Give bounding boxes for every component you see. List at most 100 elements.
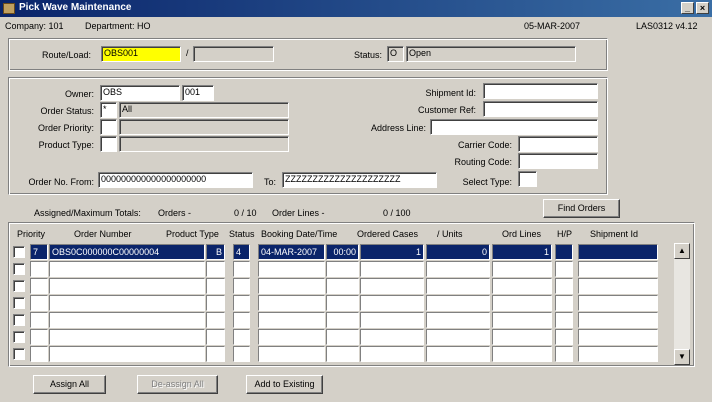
row-select-checkbox[interactable]: [13, 314, 25, 326]
table-cell[interactable]: [555, 295, 573, 311]
table-cell[interactable]: [49, 346, 205, 362]
add-to-existing-button[interactable]: Add to Existing: [246, 375, 323, 394]
select-type-field[interactable]: [518, 171, 537, 187]
table-cell[interactable]: [49, 261, 205, 277]
table-cell[interactable]: [233, 278, 250, 294]
table-cell[interactable]: [578, 329, 658, 345]
product-type-code-field[interactable]: [100, 136, 117, 152]
table-cell[interactable]: [578, 346, 658, 362]
table-cell[interactable]: [492, 312, 552, 328]
row-status[interactable]: 4: [233, 244, 250, 260]
row-select-checkbox[interactable]: [13, 297, 25, 309]
table-cell[interactable]: [49, 329, 205, 345]
table-cell[interactable]: [233, 295, 250, 311]
table-cell[interactable]: [258, 346, 325, 362]
order-priority-code-field[interactable]: [100, 119, 117, 135]
row-select-checkbox[interactable]: [13, 246, 25, 258]
table-cell[interactable]: [30, 278, 48, 294]
table-cell[interactable]: [326, 295, 359, 311]
table-cell[interactable]: [555, 346, 573, 362]
table-cell[interactable]: [258, 295, 325, 311]
table-cell[interactable]: [233, 329, 250, 345]
order-no-to-field[interactable]: ZZZZZZZZZZZZZZZZZZZZZ: [282, 172, 437, 188]
table-cell[interactable]: [30, 312, 48, 328]
row-select-checkbox[interactable]: [13, 263, 25, 275]
table-cell[interactable]: [492, 278, 552, 294]
table-cell[interactable]: [492, 261, 552, 277]
table-cell[interactable]: [360, 312, 424, 328]
table-cell[interactable]: [426, 346, 490, 362]
table-cell[interactable]: [492, 295, 552, 311]
table-cell[interactable]: [426, 278, 490, 294]
row-units[interactable]: 0: [426, 244, 490, 260]
table-cell[interactable]: [326, 261, 359, 277]
table-cell[interactable]: [326, 312, 359, 328]
table-cell[interactable]: [360, 261, 424, 277]
table-cell[interactable]: [206, 346, 225, 362]
table-cell[interactable]: [233, 261, 250, 277]
table-cell[interactable]: [555, 278, 573, 294]
row-select-checkbox[interactable]: [13, 331, 25, 343]
table-cell[interactable]: [258, 278, 325, 294]
scroll-down-icon[interactable]: ▼: [674, 349, 690, 365]
shipment-id-field[interactable]: [483, 83, 598, 99]
assign-all-button[interactable]: Assign All: [33, 375, 106, 394]
minimize-button[interactable]: _: [681, 2, 694, 14]
table-cell[interactable]: [360, 329, 424, 345]
table-cell[interactable]: [233, 312, 250, 328]
table-cell[interactable]: [49, 278, 205, 294]
table-cell[interactable]: [30, 295, 48, 311]
table-cell[interactable]: [578, 261, 658, 277]
table-cell[interactable]: [360, 278, 424, 294]
address-line-field[interactable]: [430, 119, 598, 135]
table-cell[interactable]: [492, 346, 552, 362]
row-ord-lines[interactable]: 1: [492, 244, 552, 260]
table-cell[interactable]: [206, 312, 225, 328]
table-cell[interactable]: [206, 295, 225, 311]
order-status-code-field[interactable]: *: [100, 102, 117, 118]
close-button[interactable]: ×: [696, 2, 709, 14]
table-cell[interactable]: [206, 261, 225, 277]
carrier-code-field[interactable]: [518, 136, 598, 152]
table-cell[interactable]: [326, 346, 359, 362]
row-select-checkbox[interactable]: [13, 348, 25, 360]
table-cell[interactable]: [426, 312, 490, 328]
routing-code-field[interactable]: [518, 153, 598, 169]
find-orders-button[interactable]: Find Orders: [543, 199, 620, 218]
order-no-from-field[interactable]: 000000000000000000000: [98, 172, 253, 188]
table-cell[interactable]: [49, 295, 205, 311]
vertical-scrollbar[interactable]: ▲ ▼: [674, 243, 690, 365]
table-cell[interactable]: [258, 312, 325, 328]
table-cell[interactable]: [30, 346, 48, 362]
table-cell[interactable]: [258, 261, 325, 277]
table-cell[interactable]: [555, 329, 573, 345]
route-field[interactable]: OBS001: [101, 46, 181, 62]
table-cell[interactable]: [360, 346, 424, 362]
table-cell[interactable]: [49, 312, 205, 328]
table-cell[interactable]: [426, 295, 490, 311]
row-booking-date[interactable]: 04-MAR-2007: [258, 244, 325, 260]
table-cell[interactable]: [206, 329, 225, 345]
row-shipment-id[interactable]: [578, 244, 658, 260]
row-ordered-cases[interactable]: 1: [360, 244, 424, 260]
row-booking-time[interactable]: 00:00: [326, 244, 359, 260]
table-cell[interactable]: [555, 312, 573, 328]
table-cell[interactable]: [30, 261, 48, 277]
row-hp[interactable]: [555, 244, 573, 260]
table-cell[interactable]: [233, 346, 250, 362]
table-cell[interactable]: [578, 278, 658, 294]
scroll-up-icon[interactable]: ▲: [674, 243, 690, 259]
table-cell[interactable]: [30, 329, 48, 345]
load-field[interactable]: [193, 46, 274, 62]
table-cell[interactable]: [578, 312, 658, 328]
customer-ref-field[interactable]: [483, 101, 598, 117]
table-cell[interactable]: [206, 278, 225, 294]
row-select-checkbox[interactable]: [13, 280, 25, 292]
owner-field[interactable]: OBS: [100, 85, 180, 101]
owner-code-field[interactable]: 001: [182, 85, 214, 101]
table-cell[interactable]: [326, 278, 359, 294]
table-cell[interactable]: [555, 261, 573, 277]
table-cell[interactable]: [426, 329, 490, 345]
row-order-number[interactable]: OBS0C000000C00000004: [49, 244, 205, 260]
table-cell[interactable]: [258, 329, 325, 345]
